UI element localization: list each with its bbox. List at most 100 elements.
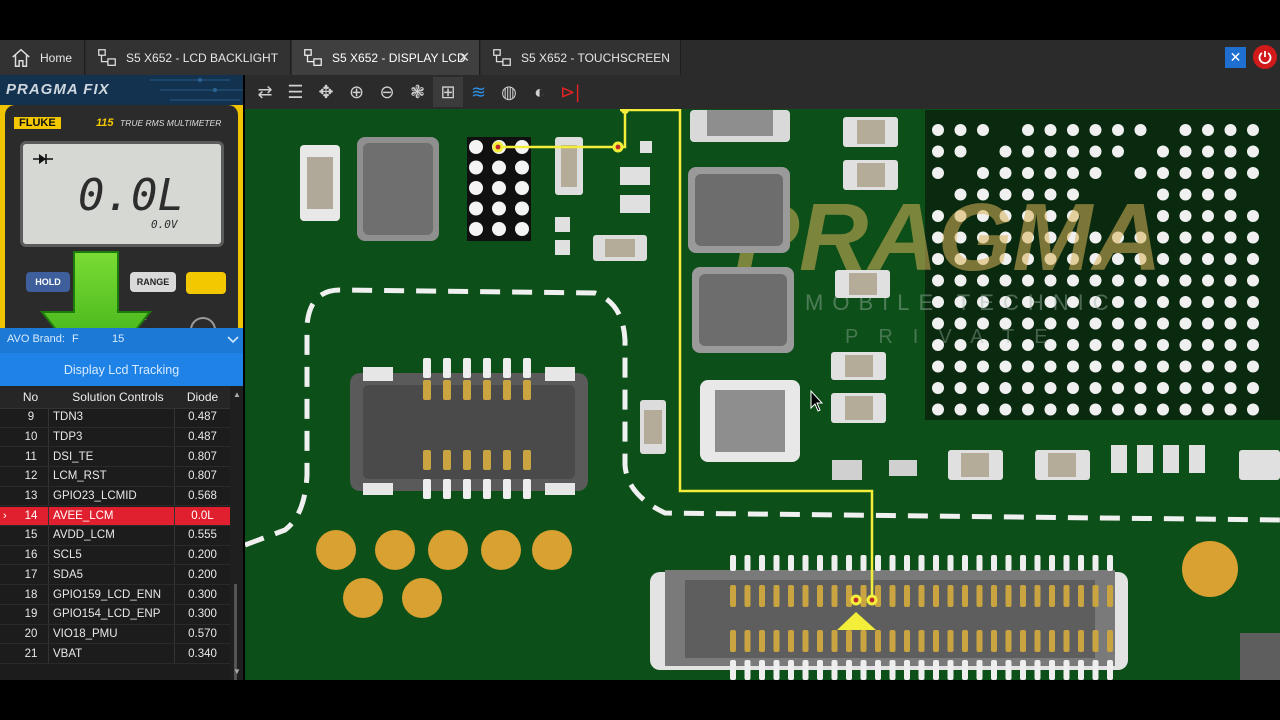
scroll-up-icon[interactable]: ▲ bbox=[233, 390, 241, 399]
table-header: No Solution Controls Diode bbox=[0, 386, 230, 409]
table-row[interactable]: 15 AVDD_LCM 0.555 bbox=[0, 526, 230, 546]
row-name: AVDD_LCM bbox=[48, 526, 175, 545]
diode-red-icon[interactable]: ⊳| bbox=[555, 77, 585, 107]
tab-label: S5 X652 - DISPLAY LCD bbox=[332, 50, 466, 65]
row-name: GPIO154_LCD_ENP bbox=[48, 605, 175, 624]
header-solution: Solution Controls bbox=[72, 390, 164, 404]
row-diode: 0.807 bbox=[188, 450, 217, 463]
row-name: TDP3 bbox=[48, 427, 175, 447]
row-no: 16 bbox=[24, 549, 38, 562]
move-icon[interactable]: ✥ bbox=[311, 77, 341, 107]
avo-panel: AVO Brand: F 15 Display Lcd Tracking bbox=[0, 328, 243, 386]
meter-sub-reading: 0.0V bbox=[151, 218, 178, 231]
table-row[interactable]: 14 AVEE_LCM 0.0L bbox=[0, 506, 230, 526]
brand-logo: PRAGMA FIX bbox=[6, 81, 110, 98]
table-row[interactable]: 18 GPIO159_LCD_ENN 0.300 bbox=[0, 585, 230, 605]
tracking-button[interactable]: Display Lcd Tracking bbox=[0, 353, 243, 386]
row-diode: 0.300 bbox=[188, 608, 217, 621]
row-diode: 0.200 bbox=[188, 568, 217, 581]
row-name: LCM_RST bbox=[48, 467, 175, 486]
row-no: 17 bbox=[24, 568, 38, 581]
zoom-out-icon[interactable]: ⊖ bbox=[372, 77, 402, 107]
component-icon[interactable]: ❃ bbox=[403, 77, 433, 107]
row-no: 13 bbox=[24, 490, 38, 503]
header-no: No bbox=[22, 390, 39, 404]
contrast-icon[interactable]: ◐ bbox=[525, 77, 555, 107]
row-no: 15 bbox=[24, 529, 38, 542]
row-name: TDN3 bbox=[48, 408, 175, 427]
tab-home[interactable]: Home bbox=[0, 40, 85, 75]
row-name: SCL5 bbox=[48, 545, 175, 565]
row-no: 10 bbox=[24, 430, 38, 443]
row-no: 9 bbox=[27, 411, 35, 424]
table-row[interactable]: 11 DSI_TE 0.807 bbox=[0, 447, 230, 467]
row-diode: 0.570 bbox=[188, 627, 217, 640]
row-no: 19 bbox=[24, 608, 38, 621]
yellow-button[interactable] bbox=[186, 272, 226, 294]
row-diode: 0.555 bbox=[188, 529, 217, 542]
row-diode: 0.807 bbox=[188, 470, 217, 483]
power-icon[interactable] bbox=[1253, 45, 1277, 69]
brand-header: PRAGMA FIX bbox=[0, 75, 243, 105]
avo-label: AVO Brand: bbox=[7, 333, 65, 345]
table-row[interactable]: 10 TDP3 0.487 bbox=[0, 427, 230, 448]
close-x-icon[interactable]: ✕ bbox=[1225, 47, 1246, 68]
row-no: 11 bbox=[25, 450, 37, 463]
table-row[interactable]: 20 VIO18_PMU 0.570 bbox=[0, 624, 230, 645]
row-name: DSI_TE bbox=[48, 447, 175, 466]
row-caret-icon: › bbox=[3, 509, 7, 522]
swap-icon[interactable]: ⇄ bbox=[250, 77, 280, 107]
board-toolbar: ⇄ ☰ ✥ ⊕ ⊖ ❃ ⊞ ≋ ◍ ◐ ⊳| bbox=[245, 75, 1280, 109]
palette-icon[interactable]: ◍ bbox=[494, 77, 524, 107]
row-diode: 0.487 bbox=[188, 411, 217, 424]
row-diode: 0.0L bbox=[191, 509, 214, 522]
watermark-sub2: PRIVATE bbox=[845, 326, 1068, 348]
tab-lcd-backlight[interactable]: S5 X652 - LCD BACKLIGHT bbox=[86, 40, 291, 75]
meter-model: 115 bbox=[96, 117, 114, 129]
tab-label: Home bbox=[40, 50, 73, 65]
table-row[interactable]: 9 TDN3 0.487 bbox=[0, 408, 230, 428]
table-row[interactable]: 21 VBAT 0.340 bbox=[0, 644, 230, 664]
board-view[interactable]: PRAGMA MOBILE TECHNIC PRIVATE ⇄ ☰ ✥ ⊕ ⊖ … bbox=[245, 75, 1280, 680]
scroll-down-icon[interactable]: ▼ bbox=[233, 667, 241, 676]
tab-bar: Home S5 X652 - LCD BACKLIGHT S5 X652 - D… bbox=[0, 40, 1280, 75]
row-no: 20 bbox=[24, 627, 38, 640]
row-diode: 0.568 bbox=[188, 490, 217, 503]
menu-icon[interactable]: ☰ bbox=[281, 77, 311, 107]
schematic-icon bbox=[304, 48, 322, 66]
row-no: 12 bbox=[24, 470, 38, 483]
header-diode: Diode bbox=[186, 390, 219, 404]
meter-reading: 0.0L bbox=[78, 170, 184, 221]
tab-display-lcd[interactable]: S5 X652 - DISPLAY LCD ✕ bbox=[292, 40, 480, 75]
close-tab-icon[interactable]: ✕ bbox=[458, 49, 470, 66]
tab-touchscreen[interactable]: S5 X652 - TOUCHSCREEN bbox=[481, 40, 681, 75]
left-panel: PRAGMA FIX FLUKE 115 TRUE RMS MULTIMETER… bbox=[0, 75, 243, 684]
meter-subtitle: TRUE RMS MULTIMETER bbox=[120, 118, 222, 128]
schematic-icon bbox=[98, 48, 116, 66]
row-diode: 0.340 bbox=[188, 647, 217, 660]
scrollbar[interactable]: ▲ ▼ bbox=[230, 386, 243, 684]
row-diode: 0.200 bbox=[188, 549, 217, 562]
row-diode: 0.300 bbox=[188, 588, 217, 601]
watermark: PRAGMA bbox=[735, 184, 1162, 291]
pcb-canvas[interactable]: PRAGMA MOBILE TECHNIC PRIVATE bbox=[245, 75, 1280, 680]
chevron-down-icon[interactable] bbox=[227, 336, 239, 344]
row-no: 14 bbox=[24, 509, 38, 522]
row-name: GPIO159_LCD_ENN bbox=[48, 585, 175, 604]
table-row[interactable]: 17 SDA5 0.200 bbox=[0, 565, 230, 586]
zoom-in-icon[interactable]: ⊕ bbox=[342, 77, 372, 107]
table-row[interactable]: 12 LCM_RST 0.807 bbox=[0, 467, 230, 487]
table-row[interactable]: 16 SCL5 0.200 bbox=[0, 545, 230, 566]
meter-brand: FLUKE bbox=[14, 117, 61, 129]
row-no: 18 bbox=[24, 588, 38, 601]
table-row[interactable]: 19 GPIO154_LCD_ENP 0.300 bbox=[0, 605, 230, 625]
row-name: SDA5 bbox=[48, 565, 175, 585]
tab-label: S5 X652 - LCD BACKLIGHT bbox=[126, 50, 279, 65]
avo-suffix: 15 bbox=[112, 333, 125, 345]
bottom-bar bbox=[0, 680, 1280, 720]
layers-icon[interactable]: ≋ bbox=[464, 77, 494, 107]
table-row[interactable]: 13 GPIO23_LCMID 0.568 bbox=[0, 486, 230, 507]
row-name: VIO18_PMU bbox=[48, 624, 175, 644]
row-name: AVEE_LCM bbox=[48, 506, 175, 525]
tree-icon[interactable]: ⊞ bbox=[433, 77, 463, 107]
